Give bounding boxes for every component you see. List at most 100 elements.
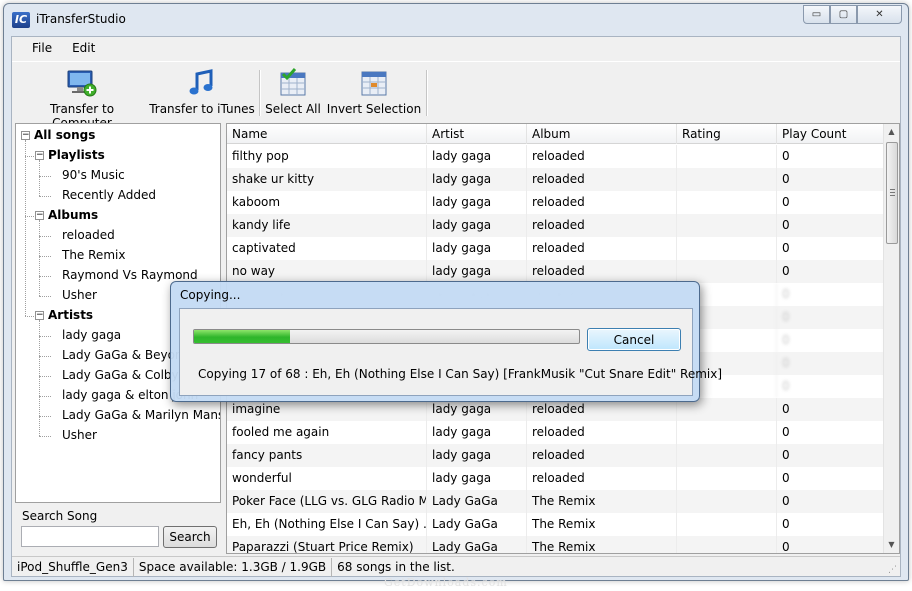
table-row[interactable]: captivated lady gaga reloaded 0 [227, 237, 885, 260]
cell-artist: lady gaga [427, 467, 527, 490]
cell-rating [677, 191, 777, 214]
cell-name: wonderful [227, 467, 427, 490]
table-row[interactable]: kandy life lady gaga reloaded 0 [227, 214, 885, 237]
table-row[interactable]: fooled me again lady gaga reloaded 0 [227, 421, 885, 444]
collapse-toggle[interactable]: − [21, 131, 30, 140]
cell-artist: lady gaga [427, 214, 527, 237]
tree-albums[interactable]: Albums [48, 208, 98, 222]
cell-album: reloaded [527, 214, 677, 237]
column-artist[interactable]: Artist [427, 124, 527, 144]
cancel-button[interactable]: Cancel [587, 328, 681, 351]
table-row[interactable]: wonderful lady gaga reloaded 0 [227, 467, 885, 490]
select-all-button[interactable]: Select All [265, 68, 321, 118]
computer-transfer-icon [67, 70, 97, 97]
cell-play-count: 0 [777, 352, 885, 375]
tree-artist-item[interactable]: Lady GaGa & Marilyn Manson [62, 408, 220, 422]
copying-dialog: Copying... Cancel Copying 17 of 68 : Eh,… [170, 281, 722, 402]
tree-album-item[interactable]: reloaded [62, 228, 115, 242]
cell-album: reloaded [527, 191, 677, 214]
tree-album-item[interactable]: Usher [62, 288, 97, 302]
transfer-to-computer-button[interactable]: Transfer to Computer [20, 68, 144, 130]
collapse-toggle[interactable]: − [35, 311, 44, 320]
table-row[interactable]: shake ur kitty lady gaga reloaded 0 [227, 168, 885, 191]
transfer-to-itunes-label: Transfer to iTunes [149, 102, 255, 116]
toolbar-separator [426, 70, 428, 116]
window-title: iTransferStudio [36, 12, 126, 26]
cell-name: shake ur kitty [227, 168, 427, 191]
select-all-grid-icon [280, 68, 306, 96]
cell-play-count: 0 [777, 191, 885, 214]
search-button[interactable]: Search [163, 526, 217, 548]
cell-artist: Lady GaGa [427, 513, 527, 536]
search-input[interactable] [21, 526, 159, 547]
cell-album: The Remix [527, 513, 677, 536]
cell-album: reloaded [527, 421, 677, 444]
cell-rating [677, 237, 777, 260]
menu-edit[interactable]: Edit [62, 41, 105, 55]
tree-album-item[interactable]: Raymond Vs Raymond [62, 268, 198, 282]
tree-album-item[interactable]: The Remix [62, 248, 125, 262]
scroll-thumb[interactable] [886, 142, 898, 244]
cell-play-count: 0 [777, 214, 885, 237]
cell-album: The Remix [527, 490, 677, 513]
table-row[interactable]: filthy pop lady gaga reloaded 0 [227, 145, 885, 168]
scroll-down-arrow-icon[interactable]: ▼ [884, 537, 899, 553]
table-row[interactable]: no way lady gaga reloaded 0 [227, 260, 885, 283]
collapse-toggle[interactable]: − [35, 211, 44, 220]
cell-album: The Remix [527, 536, 677, 553]
resize-grip-icon[interactable]: ⋰ [888, 565, 898, 575]
close-button[interactable]: ✕ [857, 5, 902, 24]
vertical-scrollbar[interactable]: ▲ ▼ [883, 124, 899, 553]
title-bar[interactable]: IC iTransferStudio ▭ ▢ ✕ [4, 4, 908, 35]
dialog-title: Copying... [180, 288, 241, 302]
cell-album: reloaded [527, 260, 677, 283]
column-play-count[interactable]: Play Count [777, 124, 885, 144]
cell-rating [677, 444, 777, 467]
menu-file[interactable]: File [12, 41, 62, 55]
tree-artist-item[interactable]: lady gaga [62, 328, 121, 342]
cell-rating [677, 513, 777, 536]
tree-all-songs[interactable]: All songs [34, 128, 95, 142]
status-space: Space available: 1.3GB / 1.9GB [134, 557, 333, 577]
cell-play-count: 0 [777, 490, 885, 513]
search-panel: Search Song Search [15, 505, 221, 553]
maximize-button[interactable]: ▢ [830, 5, 857, 24]
cell-album: reloaded [527, 467, 677, 490]
cell-play-count: 0 [777, 444, 885, 467]
cell-play-count: 0 [777, 467, 885, 490]
tree-playlist-item[interactable]: 90's Music [62, 168, 125, 182]
table-row[interactable]: Paparazzi (Stuart Price Remix) Lady GaGa T… [227, 536, 885, 553]
cell-artist: lady gaga [427, 191, 527, 214]
copy-status-message: Copying 17 of 68 : Eh, Eh (Nothing Else … [198, 367, 723, 381]
transfer-to-itunes-button[interactable]: Transfer to iTunes [148, 68, 256, 118]
column-name[interactable]: Name [227, 124, 427, 144]
column-album[interactable]: Album [527, 124, 677, 144]
cell-artist: Lady GaGa [427, 536, 527, 553]
column-rating[interactable]: Rating [677, 124, 777, 144]
table-row[interactable]: Eh, Eh (Nothing Else I Can Say) ... Lady … [227, 513, 885, 536]
minimize-button[interactable]: ▭ [803, 5, 830, 24]
select-all-label: Select All [265, 102, 321, 116]
cell-album: reloaded [527, 237, 677, 260]
cell-name: kandy life [227, 214, 427, 237]
table-row[interactable]: Poker Face (LLG vs. GLG Radio M... Lady G… [227, 490, 885, 513]
scroll-up-arrow-icon[interactable]: ▲ [884, 124, 899, 140]
tree-artists[interactable]: Artists [48, 308, 93, 322]
collapse-toggle[interactable]: − [35, 151, 44, 160]
table-row[interactable]: fancy pants lady gaga reloaded 0 [227, 444, 885, 467]
cell-name: fancy pants [227, 444, 427, 467]
cell-rating [677, 260, 777, 283]
tree-playlist-item[interactable]: Recently Added [62, 188, 156, 202]
cell-play-count: 0 [777, 237, 885, 260]
cell-album: reloaded [527, 168, 677, 191]
dialog-body: Cancel Copying 17 of 68 : Eh, Eh (Nothin… [179, 308, 722, 396]
invert-selection-button[interactable]: Invert Selection [324, 68, 424, 118]
cell-play-count: 0 [777, 513, 885, 536]
toolbar: Transfer to Computer Transfer to iTunes [12, 61, 900, 130]
cell-rating [677, 214, 777, 237]
cell-rating [677, 145, 777, 168]
table-row[interactable]: kaboom lady gaga reloaded 0 [227, 191, 885, 214]
tree-artist-item[interactable]: Usher [62, 428, 97, 442]
tree-playlists[interactable]: Playlists [48, 148, 105, 162]
toolbar-separator [259, 70, 261, 116]
